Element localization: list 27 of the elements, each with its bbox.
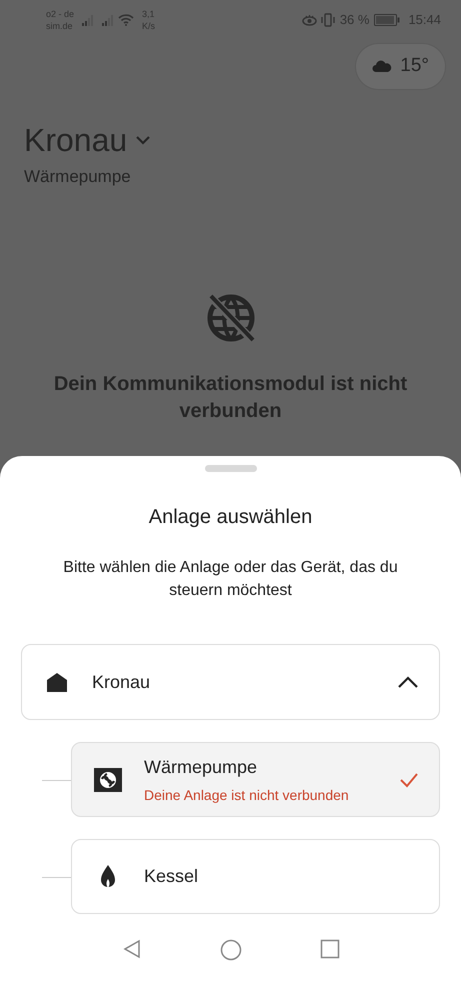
device-row[interactable]: Kessel <box>71 839 440 914</box>
device-subtitle: Wärmepumpe <box>24 166 132 188</box>
site-row[interactable]: Kronau <box>21 644 440 720</box>
house-icon <box>46 672 68 692</box>
eye-icon <box>302 14 317 26</box>
cloud-icon <box>372 59 392 74</box>
wifi-icon <box>118 14 134 26</box>
device-row[interactable]: Wärmepumpe Deine Anlage ist nicht verbunden <box>71 742 440 817</box>
battery-icon <box>374 14 400 26</box>
signal-icon <box>82 14 94 26</box>
flame-icon <box>100 864 116 888</box>
sheet-description: Bitte wählen die Anlage oder das Gerät, das du steuern möchtest <box>62 558 399 601</box>
device-name: Kessel <box>144 865 200 888</box>
sheet-title: Anlage auswählen <box>148 505 314 530</box>
signal-icon <box>102 14 114 26</box>
check-icon <box>399 772 419 788</box>
device-status: Deine Anlage ist nicht verbunden <box>144 786 350 805</box>
back-icon[interactable] <box>122 939 142 959</box>
status-message: Dein Kommunikationsmodul ist nicht verbunden <box>52 372 408 424</box>
vibrate-icon <box>320 13 336 27</box>
drag-handle[interactable] <box>204 465 256 472</box>
caret-icon <box>135 134 152 144</box>
globe-off-icon <box>206 293 256 343</box>
home-icon[interactable] <box>220 939 242 961</box>
fan-icon <box>94 768 122 792</box>
recents-icon[interactable] <box>320 939 340 959</box>
device-name: Wärmepumpe <box>144 756 258 779</box>
